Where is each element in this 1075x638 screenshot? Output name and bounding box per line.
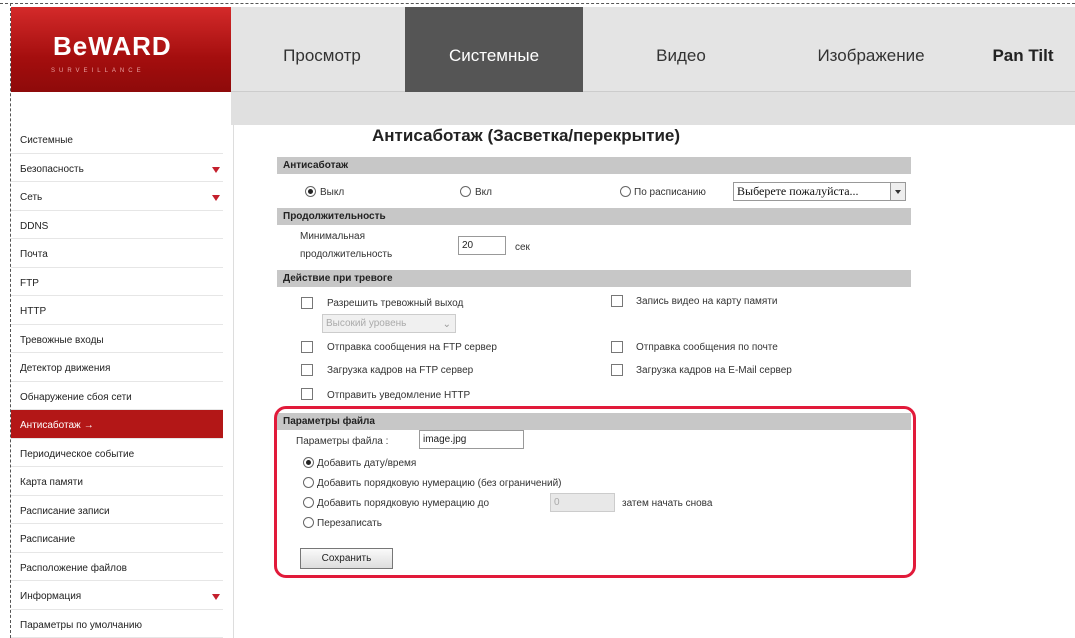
page-title: Антисаботаж (Засветка/перекрытие) (372, 126, 681, 145)
sidebar-item-network-failure[interactable]: Обнаружение сбоя сети (11, 382, 223, 410)
section-antisabotage-header: Антисаботаж (277, 157, 911, 174)
sidebar-item-label: Карта памяти (20, 477, 83, 488)
sidebar-divider (233, 125, 234, 638)
sidebar-item-network[interactable]: Сеть (11, 182, 223, 211)
email-upload-checkbox[interactable] (611, 364, 623, 376)
ftp-message-label: Отправка сообщения на FTP сервер (327, 342, 497, 353)
record-card-checkbox[interactable] (611, 295, 623, 307)
schedule-select[interactable]: Выберете пожалуйста... (733, 182, 906, 201)
sidebar-item-http[interactable]: HTTP (11, 296, 223, 325)
sidebar-item-record-schedule[interactable]: Расписание записи (11, 496, 223, 524)
email-upload-label: Загрузка кадров на E-Mail сервер (636, 365, 792, 376)
tab-image[interactable]: Изображение (771, 7, 971, 92)
sidebar-item-label: Расположение файлов (20, 562, 127, 574)
sidebar-item-label: Системные (20, 135, 73, 146)
sidebar-item-label: DDNS (20, 220, 49, 232)
ftp-upload-checkbox[interactable] (301, 364, 313, 376)
schedule-select-value: Выберете пожалуйста... (737, 184, 859, 198)
expand-triangle-icon (212, 195, 220, 201)
sidebar-item-antisabotage[interactable]: Антисаботаж → (11, 410, 223, 439)
radio-on[interactable] (460, 186, 471, 197)
sidebar-item-label: HTTP (20, 306, 47, 317)
sidebar-item-ddns[interactable]: DDNS (11, 211, 223, 239)
radio-schedule[interactable] (620, 186, 631, 197)
sidebar-item-label: Расписание (20, 534, 76, 545)
top-nav: Просмотр Системные Видео Изображение Pan… (231, 7, 1075, 92)
alarm-output-label: Разрешить тревожный выход (327, 298, 464, 309)
ftp-upload-label: Загрузка кадров на FTP сервер (327, 365, 474, 376)
sidebar-item-motion-detector[interactable]: Детектор движения (11, 353, 223, 382)
radio-schedule-label: По расписанию (634, 187, 706, 198)
record-card-label: Запись видео на карту памяти (636, 296, 778, 307)
sidebar-item-label: Информация (20, 591, 82, 602)
chevron-down-icon (890, 183, 905, 200)
sidebar-item-file-location[interactable]: Расположение файлов (11, 553, 223, 581)
radio-off-label: Выкл (320, 187, 345, 198)
sidebar-item-label: Сеть (20, 192, 43, 203)
sidebar-item-label: FTP (20, 277, 39, 289)
min-duration-label-1: Минимальная (300, 231, 366, 242)
tab-view[interactable]: Просмотр (231, 7, 413, 92)
sidebar-item-mail[interactable]: Почта (11, 239, 223, 268)
section-duration-header: Продолжительность (277, 208, 911, 225)
tab-pan-tilt[interactable]: Pan Tilt (971, 7, 1075, 92)
mail-message-checkbox[interactable] (611, 341, 623, 353)
alarm-level-value: Высокий уровень (326, 318, 407, 329)
sidebar-item-label: Периодическое событие (20, 448, 135, 460)
min-duration-label-2: продолжительность (300, 249, 393, 260)
sidebar-item-label: Антисаботаж (20, 420, 81, 431)
min-duration-input[interactable]: 20 (458, 236, 506, 255)
sidebar-item-information[interactable]: Информация (11, 581, 223, 610)
sidebar-item-memory-card[interactable]: Карта памяти (11, 467, 223, 496)
sidebar-item-system[interactable]: Системные (11, 125, 223, 154)
logo-subtitle: SURVEILLANCE (51, 68, 145, 74)
sidebar-item-alarm-inputs[interactable]: Тревожные входы (11, 325, 223, 353)
expand-triangle-icon (212, 166, 220, 173)
alarm-output-checkbox[interactable] (301, 297, 313, 309)
mail-message-label: Отправка сообщения по почте (636, 342, 778, 353)
expand-triangle-icon (212, 594, 220, 600)
sidebar-item-defaults[interactable]: Параметры по умолчанию (11, 610, 223, 638)
dashed-frame-top (0, 3, 1075, 4)
logo: BeWARD SURVEILLANCE (11, 7, 231, 92)
sidebar-item-schedule[interactable]: Расписание (11, 524, 223, 553)
header: BeWARD SURVEILLANCE Просмотр Системные В… (11, 7, 1075, 125)
logo-text: BeWARD (53, 31, 172, 61)
sidebar-item-security[interactable]: Безопасность (11, 154, 223, 182)
duration-unit: сек (515, 242, 530, 253)
tab-system[interactable]: Системные (405, 7, 583, 92)
sidebar-item-label: Безопасность (20, 163, 84, 175)
chevron-down-icon: ⌄ (442, 319, 451, 330)
sidebar-item-ftp[interactable]: FTP (11, 268, 223, 296)
sub-nav-strip (231, 92, 1075, 125)
sidebar-item-periodic-event[interactable]: Периодическое событие (11, 439, 223, 467)
radio-off[interactable] (305, 186, 316, 197)
alarm-level-select[interactable]: Высокий уровень ⌄ (322, 314, 456, 333)
sidebar-item-label: Почта (20, 249, 48, 260)
http-notify-checkbox[interactable] (301, 388, 313, 400)
sidebar-item-label: Обнаружение сбоя сети (20, 391, 132, 403)
sidebar-item-label: Детектор движения (20, 363, 111, 374)
sidebar-item-label: Расписание записи (20, 505, 110, 517)
tab-video[interactable]: Видео (583, 7, 779, 92)
sidebar: Системные Безопасность Сеть DDNS Почта F… (11, 125, 223, 638)
section-actions-header: Действие при тревоге (277, 270, 911, 287)
ftp-message-checkbox[interactable] (301, 341, 313, 353)
sidebar-item-label: Параметры по умолчанию (20, 619, 142, 631)
http-notify-label: Отправить уведомление HTTP (327, 390, 471, 401)
radio-on-label: Вкл (475, 187, 492, 198)
highlight-annotation (274, 406, 916, 578)
sidebar-item-label: Тревожные входы (20, 334, 104, 346)
arrow-right-icon: → (83, 420, 94, 431)
